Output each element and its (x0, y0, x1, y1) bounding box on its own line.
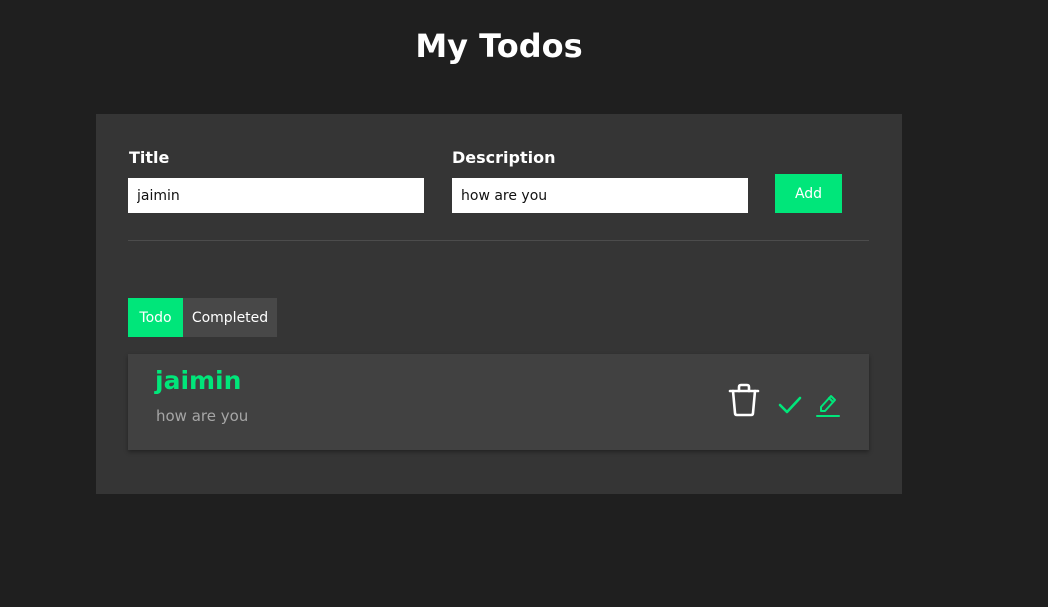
trash-icon (728, 383, 760, 417)
todo-description: how are you (156, 407, 249, 425)
tab-bar: Todo Completed (128, 298, 277, 337)
tab-completed[interactable]: Completed (183, 298, 277, 337)
tab-todo[interactable]: Todo (128, 298, 183, 337)
list-item: jaimin how are you (128, 354, 869, 450)
pencil-icon (816, 395, 840, 417)
delete-button[interactable] (728, 383, 760, 417)
todo-title: jaimin (155, 366, 242, 395)
page-title: My Todos (415, 27, 583, 65)
divider (128, 240, 869, 241)
todo-card: Title Description Add Todo Completed jai… (96, 114, 902, 494)
title-input[interactable] (128, 178, 424, 213)
complete-button[interactable] (778, 394, 802, 416)
app-page: My Todos Title Description Add Todo Comp… (0, 0, 1048, 607)
check-icon (778, 396, 802, 414)
description-input[interactable] (452, 178, 748, 213)
add-button[interactable]: Add (775, 174, 842, 213)
title-label: Title (129, 148, 170, 167)
description-label: Description (452, 148, 556, 167)
edit-button[interactable] (816, 392, 840, 418)
